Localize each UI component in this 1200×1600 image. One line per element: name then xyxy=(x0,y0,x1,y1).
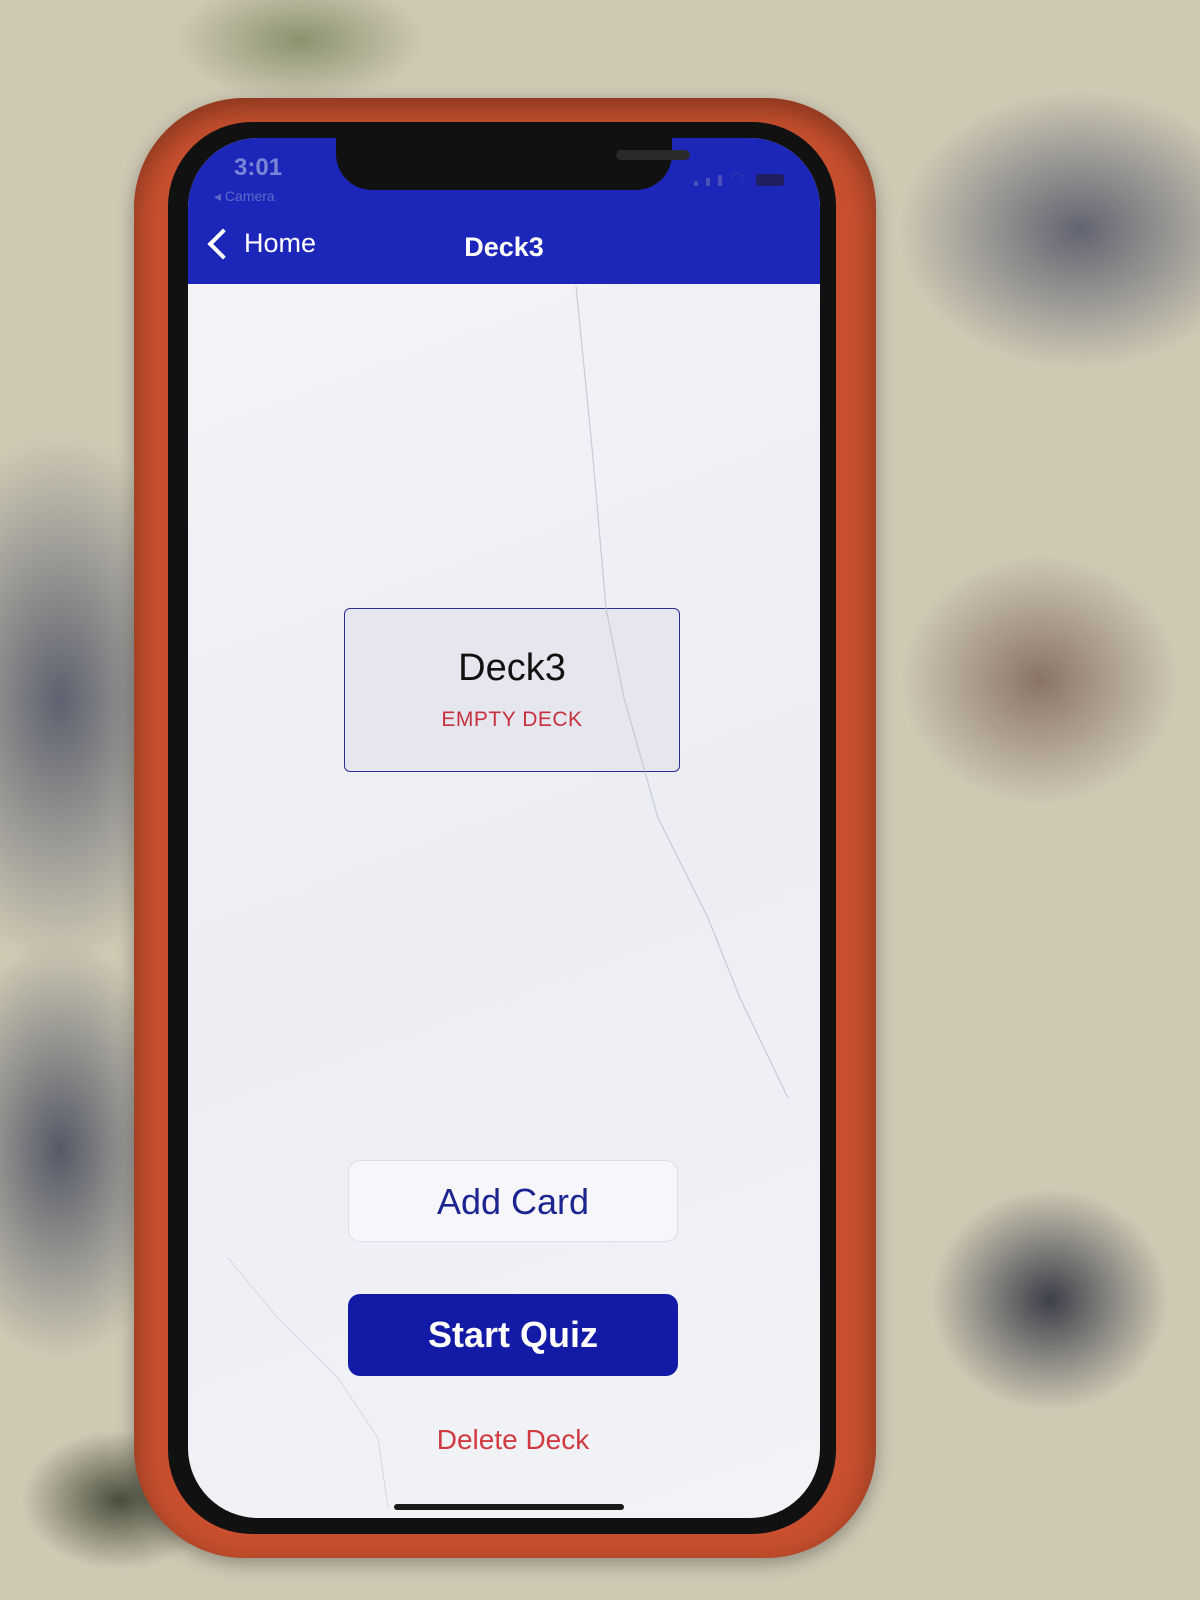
deck-status-label: EMPTY DECK xyxy=(441,708,583,731)
start-quiz-button[interactable]: Start Quiz xyxy=(348,1294,678,1376)
notch xyxy=(336,138,690,190)
status-icons: ◠ xyxy=(694,170,784,187)
speaker-grille xyxy=(616,150,690,160)
signal-bar xyxy=(694,181,699,186)
status-back-to-camera[interactable]: ◂ Camera xyxy=(214,188,275,205)
status-time: 3:01 xyxy=(234,154,283,181)
add-card-button[interactable]: Add Card xyxy=(348,1160,678,1242)
delete-deck-button[interactable]: Delete Deck xyxy=(348,1424,678,1456)
battery-icon xyxy=(756,174,784,186)
wifi-icon: ◠ xyxy=(730,170,744,187)
page-title: Deck3 xyxy=(464,232,544,262)
phone-screen: 3:01 ◂ Camera ◠ Home Deck3 Deck3 EMPTY D… xyxy=(188,138,820,1518)
home-indicator[interactable] xyxy=(394,1504,624,1510)
signal-bar xyxy=(706,178,711,186)
deck-card: Deck3 EMPTY DECK xyxy=(344,608,680,772)
deck-name: Deck3 xyxy=(458,647,566,689)
navigation-header: 3:01 ◂ Camera ◠ Home Deck3 xyxy=(188,138,820,284)
signal-bar xyxy=(718,175,723,186)
